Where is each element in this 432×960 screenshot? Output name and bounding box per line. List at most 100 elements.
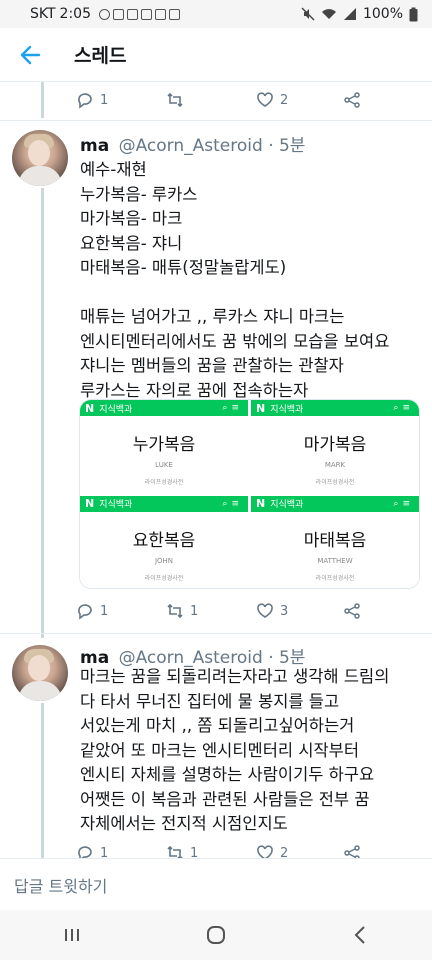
reply-button[interactable]: 1 bbox=[76, 91, 166, 109]
media-image[interactable]: N 지식백과 ⌕≡ 마태복음 MATTHEW 라이프성경사전 bbox=[251, 495, 419, 588]
heart-icon bbox=[257, 92, 273, 107]
tweet-line: 서있는게 마치 ,, 쫌 되돌리고싶어하는거 bbox=[80, 716, 355, 735]
search-menu-icon: ⌕≡ bbox=[222, 403, 243, 413]
signal-icon bbox=[343, 8, 356, 20]
media-image[interactable]: N 지식백과 ⌕≡ 마가복음 MARK 라이프성경사전 bbox=[251, 400, 419, 493]
avatar-face bbox=[28, 655, 50, 681]
app-header: 스레드 bbox=[0, 28, 432, 82]
recent-apps-icon bbox=[65, 929, 79, 941]
entry-roman: JOHN bbox=[154, 556, 174, 565]
recent-apps-button[interactable] bbox=[42, 915, 102, 955]
calendar-icon bbox=[127, 8, 138, 20]
mute-icon bbox=[301, 7, 315, 21]
share-icon bbox=[344, 603, 360, 619]
retweet-count: 1 bbox=[190, 603, 199, 619]
share-button[interactable] bbox=[343, 602, 361, 620]
share-icon bbox=[344, 92, 360, 108]
wifi-icon bbox=[321, 9, 336, 19]
naver-bar: N 지식백과 ⌕≡ bbox=[80, 495, 248, 512]
tweet-line: 엔시티 자체를 설명하는 사람이기두 하구요 bbox=[80, 765, 375, 784]
reply-button[interactable]: 1 bbox=[76, 602, 166, 620]
divider bbox=[0, 120, 432, 121]
thread-connector bbox=[41, 703, 44, 858]
tweet-actions: 1 1 3 bbox=[76, 598, 376, 624]
timestamp: · 5분 bbox=[268, 136, 306, 156]
cake-icon bbox=[141, 8, 152, 20]
reply-icon bbox=[78, 93, 92, 109]
like-count: 3 bbox=[280, 603, 289, 619]
avatar-shirt bbox=[18, 681, 62, 701]
clock-label: 2:05 bbox=[59, 6, 91, 22]
reply-composer[interactable]: 답글 트윗하기 bbox=[0, 858, 432, 910]
display-name[interactable]: ma bbox=[80, 136, 109, 156]
gallery-icon bbox=[169, 8, 180, 20]
entry-source: 라이프성경사전 bbox=[315, 479, 355, 486]
back-arrow-icon bbox=[20, 45, 41, 64]
tweet-line: 예수-재현 bbox=[80, 160, 147, 179]
naver-logo: N bbox=[85, 401, 95, 415]
thread-connector bbox=[41, 82, 44, 118]
retweet-icon bbox=[167, 603, 183, 619]
service-label: 지식백과 bbox=[270, 404, 304, 415]
share-button[interactable] bbox=[343, 91, 361, 109]
like-button[interactable]: 3 bbox=[256, 602, 346, 620]
entry-roman: LUKE bbox=[155, 461, 173, 469]
home-button[interactable] bbox=[186, 915, 246, 955]
retweet-button[interactable] bbox=[166, 91, 256, 109]
back-button[interactable] bbox=[10, 35, 50, 75]
avatar-face bbox=[28, 140, 50, 166]
retweet-icon bbox=[167, 92, 183, 108]
tweet-line: 어쨋든 이 복음과 관련된 사람들은 전부 꿈 bbox=[80, 789, 370, 809]
media-image[interactable]: N 지식백과 ⌕≡ 요한복음 JOHN 라이프성경사전 bbox=[80, 495, 248, 588]
naver-logo: N bbox=[256, 497, 266, 510]
entry-title: 마가복음 bbox=[303, 435, 367, 455]
retweet-button[interactable]: 1 bbox=[166, 602, 256, 620]
reply-count: 1 bbox=[100, 603, 109, 619]
avatar[interactable] bbox=[12, 645, 68, 701]
carrier-label: SKT bbox=[30, 6, 56, 22]
entry-source: 라이프성경사전 bbox=[144, 479, 184, 486]
tweet-line: 마태복음- 매튜(정말놀랍게도) bbox=[80, 258, 287, 277]
battery-percent: 100% bbox=[362, 6, 403, 22]
tweet-line: 다 타서 무너진 집터에 물 봉지를 들고 bbox=[80, 691, 340, 711]
message-icon bbox=[155, 8, 166, 20]
search-menu-icon: ⌕≡ bbox=[222, 498, 243, 509]
media-image[interactable]: N 지식백과 ⌕≡ 누가복음 LUKE 라이프성경사전 bbox=[80, 400, 248, 493]
entry-roman: MARK bbox=[324, 461, 346, 469]
tweet-line: 마가복음- 마크 bbox=[80, 209, 183, 228]
tweet-line: 자체에서는 전지적 시점인지도 bbox=[80, 814, 288, 833]
status-bar: SKT 2:05 100% bbox=[0, 0, 432, 28]
tweet-text: 예수-재현 누가복음- 루카스 마가복음- 마크 요한복음- 쟈니 마태복음- … bbox=[80, 158, 425, 403]
tweet-line: 엔시티멘터리에서도 꿈 밖에의 모습을 보여요 bbox=[80, 331, 390, 351]
like-count: 2 bbox=[280, 92, 289, 108]
home-icon bbox=[207, 926, 225, 944]
reply-input[interactable]: 답글 트윗하기 bbox=[14, 873, 107, 897]
username[interactable]: @Acorn_Asteroid bbox=[119, 136, 263, 156]
reply-icon bbox=[78, 604, 92, 620]
tweet-line: 요한복음- 쟈니 bbox=[80, 233, 183, 253]
back-nav-button[interactable] bbox=[330, 915, 390, 955]
service-label: 지식백과 bbox=[270, 500, 304, 510]
divider bbox=[0, 633, 432, 634]
naver-bar: N 지식백과 ⌕≡ bbox=[251, 400, 419, 416]
service-label: 지식백과 bbox=[99, 500, 133, 510]
avatar[interactable] bbox=[12, 130, 68, 186]
naver-logo: N bbox=[256, 401, 266, 415]
entry-title: 마태복음 bbox=[303, 530, 367, 551]
tweet-line: 쟈니는 멤버들의 꿈을 관찰하는 관찰자 bbox=[80, 356, 344, 375]
tweet-line: 누가복음- 루카스 bbox=[80, 184, 198, 204]
entry-title: 누가복음 bbox=[132, 435, 196, 455]
cloud-icon bbox=[99, 8, 110, 20]
page-title: 스레드 bbox=[74, 45, 127, 67]
tweet-line: 같았어 또 마크는 엔시티멘터리 시작부터 bbox=[80, 740, 360, 760]
entry-title: 요한복음 bbox=[132, 530, 196, 551]
service-label: 지식백과 bbox=[99, 404, 133, 415]
reply-count: 1 bbox=[100, 92, 109, 108]
media-grid: N 지식백과 ⌕≡ 누가복음 LUKE 라이프성경사전 N 지식백과 ⌕≡ 마가복음 M… bbox=[79, 399, 420, 589]
like-button[interactable]: 2 bbox=[256, 91, 346, 109]
naver-logo: N bbox=[85, 497, 95, 510]
search-menu-icon: ⌕≡ bbox=[393, 498, 414, 509]
entry-roman: MATTHEW bbox=[317, 556, 353, 565]
calendar-icon bbox=[113, 8, 124, 20]
